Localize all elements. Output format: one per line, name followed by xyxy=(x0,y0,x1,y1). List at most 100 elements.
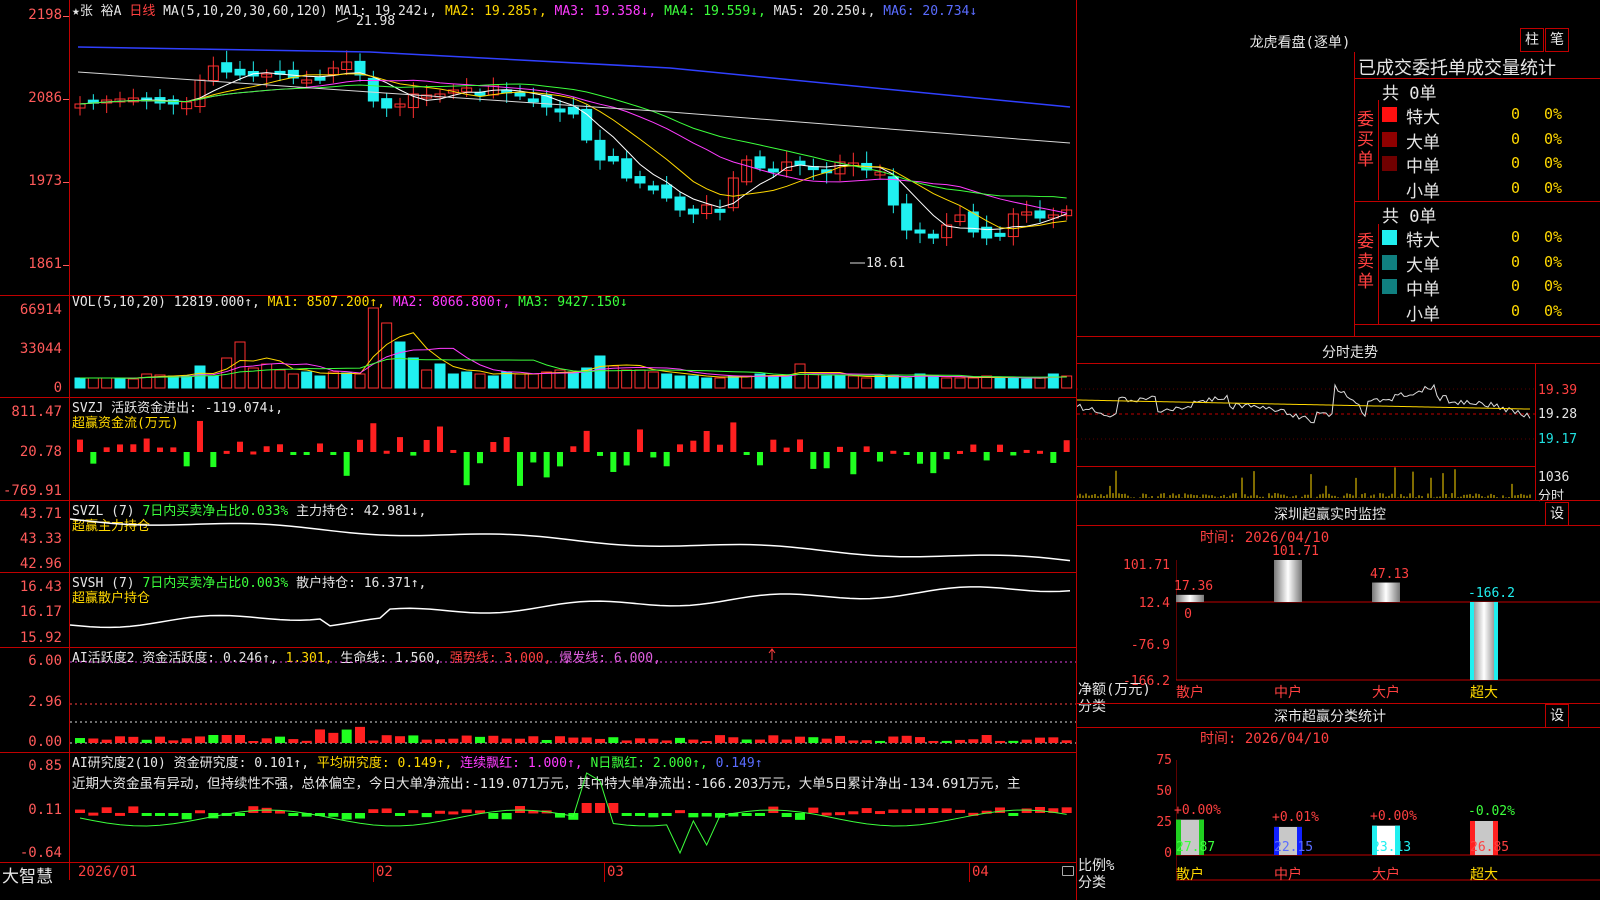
ai1-bar xyxy=(901,735,912,743)
xaxis-sep-1 xyxy=(373,862,374,882)
svzj-bar xyxy=(890,450,897,454)
svzj-bar xyxy=(170,447,177,452)
lock-icon[interactable] xyxy=(1062,866,1074,876)
candle xyxy=(927,233,939,239)
svzj-bar xyxy=(410,452,417,456)
row-count: 0 xyxy=(1510,154,1520,172)
ai1-bar xyxy=(1035,737,1045,743)
candle xyxy=(314,76,326,81)
svzj-bar xyxy=(983,452,990,461)
ai2-bar xyxy=(1035,806,1045,813)
ai1-bar xyxy=(701,740,712,743)
vol-bar xyxy=(954,377,966,389)
sz-monitor-xlabel: 分类 xyxy=(1078,699,1106,715)
svzj-bar xyxy=(650,452,657,458)
ai1-bar xyxy=(995,740,1005,743)
ai1-bar xyxy=(421,739,432,743)
svzj-bar xyxy=(1023,449,1030,453)
vol-bar xyxy=(447,373,459,389)
svzj-bar xyxy=(437,426,443,452)
ai2-bar xyxy=(181,813,192,820)
vol-bar xyxy=(861,377,873,389)
svzl-ytick-1: 43.33 xyxy=(19,531,62,547)
ai2-bar xyxy=(621,813,632,816)
candle xyxy=(661,184,673,199)
svzj-bar xyxy=(663,452,670,467)
row-label: 中单 xyxy=(1406,157,1440,177)
candle xyxy=(754,156,766,169)
szm-bar xyxy=(1372,582,1400,602)
row-pct: 0% xyxy=(1544,301,1563,320)
vol-bar xyxy=(714,377,726,389)
ai2-bar xyxy=(928,808,939,813)
row-label: 小单 xyxy=(1406,304,1440,325)
vol-bar xyxy=(781,375,793,389)
svzj-bar xyxy=(530,452,537,463)
fenshi-chart[interactable] xyxy=(1077,364,1535,500)
ai1-bar xyxy=(181,738,192,743)
fenshi-vol-label: 1036 xyxy=(1538,470,1570,485)
ai2-bar xyxy=(901,809,912,813)
sz-category-settings-button[interactable]: 设 xyxy=(1545,704,1569,728)
szc-change: +0.00% xyxy=(1174,802,1221,818)
price-chart[interactable] xyxy=(70,0,1076,295)
candle xyxy=(767,168,779,173)
vol-bar xyxy=(234,341,246,389)
svzj-bar xyxy=(637,429,643,452)
low-annotation: 18.61 xyxy=(866,256,906,271)
row-label: 中单 xyxy=(1406,280,1440,300)
vol-bar xyxy=(394,341,406,389)
szm-bar-value: 17.36 xyxy=(1174,578,1214,594)
volume-chart[interactable] xyxy=(70,296,1076,397)
candle xyxy=(901,203,913,231)
ai1-bar xyxy=(808,737,819,743)
ai1-bar xyxy=(248,740,259,743)
ai1-bar xyxy=(75,738,85,743)
ai1-chart[interactable] xyxy=(70,648,1076,752)
svsh-chart[interactable] xyxy=(70,573,1076,647)
row-pct: 0% xyxy=(1544,277,1563,295)
svzj-bar xyxy=(597,452,603,456)
svsh-ytick-1: 16.17 xyxy=(19,604,62,620)
right-divider-2 xyxy=(1076,500,1600,501)
svzj-bar xyxy=(1037,450,1043,454)
ai2-bar xyxy=(501,813,512,820)
row-pct: 0% xyxy=(1544,154,1563,172)
ai2-chart[interactable] xyxy=(70,753,1076,862)
sz-monitor-settings-button[interactable]: 设 xyxy=(1545,502,1569,526)
ai1-bar xyxy=(408,735,419,743)
bar-mode-button[interactable]: 柱 xyxy=(1520,28,1544,52)
ai2-bar xyxy=(435,810,445,814)
buy-row: 大单 0 0% xyxy=(1382,128,1600,153)
lhkp-left-border xyxy=(1354,52,1355,336)
ai2-bar xyxy=(355,813,365,819)
ai2-ytick-1: 0.11 xyxy=(28,802,62,818)
candle xyxy=(621,158,633,179)
ai1-bar xyxy=(395,736,405,743)
ai1-bar xyxy=(635,738,645,743)
vol-bar xyxy=(901,377,913,389)
ai2-bar xyxy=(661,813,672,816)
svzj-bar xyxy=(343,452,350,476)
vol-bar xyxy=(274,369,286,389)
row-label: 特大 xyxy=(1406,231,1440,251)
vol-bar xyxy=(181,375,193,389)
row-count: 0 xyxy=(1510,228,1520,246)
vol-bar xyxy=(807,373,819,389)
candle xyxy=(994,232,1006,237)
ai1-bar xyxy=(781,739,792,743)
candle xyxy=(887,176,899,206)
svzj-bar xyxy=(930,452,937,474)
svzj-bar xyxy=(303,452,310,455)
ai2-bar xyxy=(835,812,845,816)
szm-category-label: 大户 xyxy=(1372,685,1400,701)
sz-category-xlabel: 分类 xyxy=(1078,875,1106,891)
row-count: 0 xyxy=(1510,252,1520,271)
svzj-bar xyxy=(517,452,523,486)
row-label: 大单 xyxy=(1406,132,1440,153)
svzj-chart[interactable] xyxy=(70,398,1076,500)
vol-bar xyxy=(287,373,299,389)
tick-mode-button[interactable]: 笔 xyxy=(1545,28,1569,52)
svzl-chart[interactable] xyxy=(70,501,1076,572)
sell-row: 中单 0 0% xyxy=(1382,275,1600,300)
